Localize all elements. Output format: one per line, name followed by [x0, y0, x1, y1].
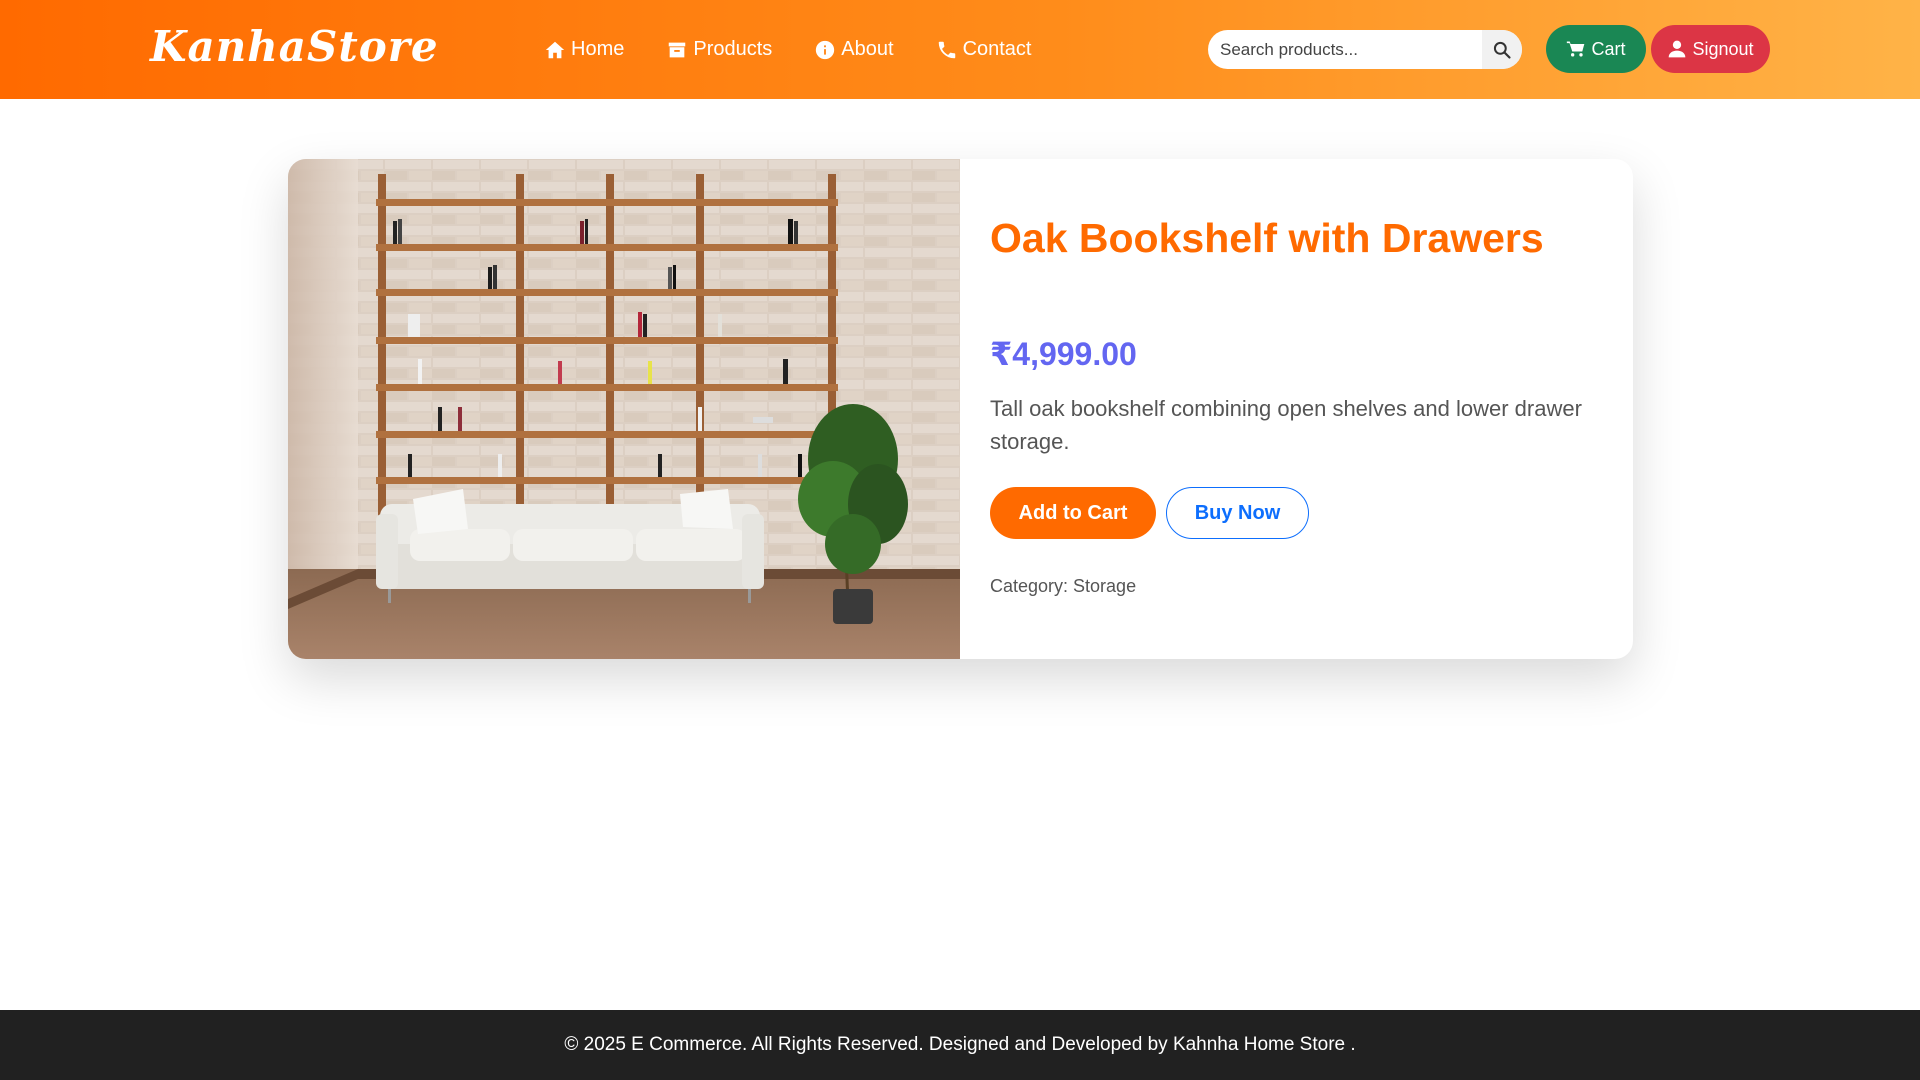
- info-icon: [816, 40, 835, 59]
- footer: © 2025 E Commerce. All Rights Reserved. …: [0, 1010, 1920, 1080]
- footer-text: © 2025 E Commerce. All Rights Reserved. …: [564, 1034, 1356, 1055]
- user-icon: [1669, 40, 1686, 58]
- nav-about-label: About: [841, 38, 894, 60]
- signout-button[interactable]: Signout: [1651, 25, 1770, 73]
- nav-products-label: Products: [693, 38, 773, 60]
- nav-home[interactable]: Home: [544, 38, 624, 61]
- search-input[interactable]: [1208, 30, 1482, 69]
- nav-products[interactable]: Products: [666, 38, 772, 61]
- nav-home-label: Home: [571, 38, 625, 60]
- signout-label: Signout: [1692, 38, 1754, 59]
- product-description: Tall oak bookshelf combining open shelve…: [990, 396, 1582, 454]
- product-category: Category: Storage: [990, 576, 1137, 596]
- cart-icon: [1567, 41, 1585, 57]
- nav-contact[interactable]: Contact: [936, 38, 1032, 61]
- product-image: [288, 159, 960, 659]
- product-price: ₹4,999.00: [990, 336, 1137, 372]
- phone-icon: [938, 41, 955, 58]
- nav-contact-label: Contact: [962, 38, 1032, 60]
- action-buttons: Add to Cart Buy Now: [990, 487, 1309, 539]
- cart-button[interactable]: Cart: [1546, 25, 1646, 73]
- product-photo: [288, 159, 960, 659]
- search-button[interactable]: [1482, 30, 1522, 69]
- search-bar: [1208, 30, 1522, 69]
- product-card: Oak Bookshelf with Drawers ₹4,999.00 Tal…: [288, 159, 1633, 659]
- cart-label: Cart: [1591, 38, 1626, 59]
- search-icon: [1493, 41, 1511, 59]
- brand-logo[interactable]: KanhaStore: [150, 22, 439, 71]
- nav-about[interactable]: About: [814, 38, 894, 61]
- navbar: KanhaStore Home Products About Contact C…: [0, 0, 1920, 99]
- product-title: Oak Bookshelf with Drawers: [990, 215, 1544, 261]
- add-to-cart-button[interactable]: Add to Cart: [990, 487, 1156, 539]
- box-icon: [669, 42, 686, 57]
- home-icon: [545, 41, 565, 58]
- buy-now-button[interactable]: Buy Now: [1166, 487, 1309, 539]
- main-nav: Home Products About Contact: [544, 0, 1032, 99]
